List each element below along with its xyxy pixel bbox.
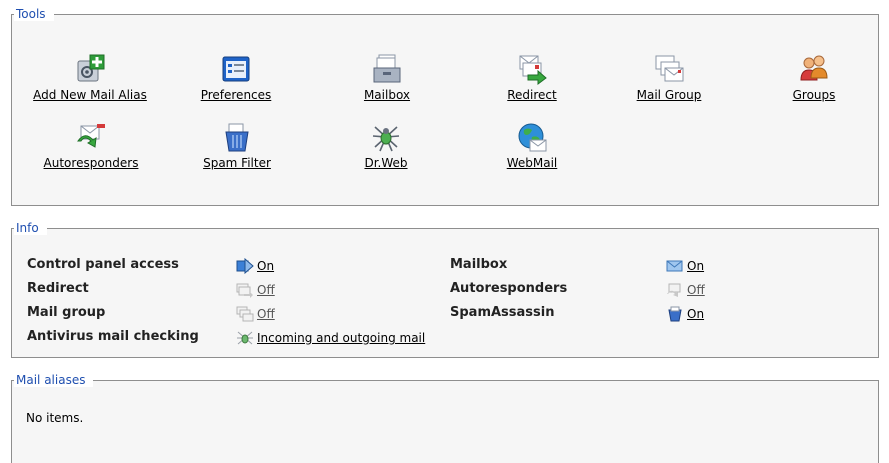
drweb-button[interactable]: Dr.Web [306, 121, 466, 170]
webmail-icon [518, 123, 547, 152]
mail-group-icon [655, 55, 684, 82]
groups-icon [800, 55, 828, 81]
tools-section: Tools Add New Mail Alias Preferences Mai… [11, 7, 879, 206]
mail-group-status[interactable]: Off [236, 306, 275, 322]
drweb-icon [372, 126, 400, 152]
tool-label: Mail Group [636, 88, 702, 102]
autoresponders-link[interactable]: Off [687, 283, 705, 297]
control-panel-access-link[interactable]: On [257, 259, 274, 273]
control-panel-icon [236, 258, 254, 274]
tool-label: Autoresponders [43, 156, 139, 170]
mail-aliases-legend: Mail aliases [14, 373, 94, 387]
preferences-button[interactable]: Preferences [156, 53, 316, 102]
tool-label: WebMail [506, 156, 558, 170]
webmail-button[interactable]: WebMail [452, 121, 612, 170]
autoresponders-icon [77, 124, 105, 148]
redirect-button[interactable]: Redirect [452, 53, 612, 102]
info-section: Info Control panel access Redirect Mail … [11, 221, 879, 358]
spam-filter-button[interactable]: Spam Filter [157, 121, 317, 170]
redirect-link[interactable]: Off [257, 283, 275, 297]
antivirus-link[interactable]: Incoming and outgoing mail [257, 331, 425, 345]
tool-label: Spam Filter [203, 156, 271, 170]
info-label-spamassassin: SpamAssassin [450, 305, 555, 320]
control-panel-access-status[interactable]: On [236, 258, 274, 274]
autoresponders-icon [667, 283, 681, 297]
mail-group-button[interactable]: Mail Group [589, 53, 749, 102]
tool-label: Groups [792, 88, 836, 102]
info-label-mailbox: Mailbox [450, 257, 508, 272]
mail-aliases-section: Mail aliases No items. [11, 373, 879, 463]
autoresponders-button[interactable]: Autoresponders [11, 121, 171, 170]
mail-group-link[interactable]: Off [257, 307, 275, 321]
info-label-autoresponders: Autoresponders [450, 281, 568, 296]
groups-button[interactable]: Groups [734, 53, 889, 102]
mailbox-button[interactable]: Mailbox [307, 53, 467, 102]
redirect-icon [519, 55, 547, 85]
mail-group-icon [236, 306, 254, 322]
autoresponders-status[interactable]: Off [666, 282, 705, 298]
mailbox-icon [373, 54, 401, 83]
tool-label: Preferences [200, 88, 272, 102]
mailbox-icon [666, 260, 683, 272]
info-label-antivirus: Antivirus mail checking [27, 329, 199, 344]
tool-label: Redirect [507, 88, 557, 102]
antivirus-icon [237, 331, 253, 345]
antivirus-status[interactable]: Incoming and outgoing mail [236, 330, 425, 346]
mailbox-status[interactable]: On [666, 258, 704, 274]
tool-label: Mailbox [363, 88, 411, 102]
info-label-mail-group: Mail group [27, 305, 106, 320]
redirect-status[interactable]: Off [236, 282, 275, 298]
spamassassin-status[interactable]: On [666, 306, 704, 322]
add-mail-alias-icon [77, 54, 105, 82]
add-mail-alias-button[interactable]: Add New Mail Alias [10, 53, 170, 102]
mailbox-link[interactable]: On [687, 259, 704, 273]
spamassassin-icon [668, 306, 682, 322]
spamassassin-link[interactable]: On [687, 307, 704, 321]
info-legend: Info [14, 221, 47, 235]
info-label-control-panel-access: Control panel access [27, 257, 179, 272]
tools-legend: Tools [14, 7, 54, 21]
redirect-icon [236, 283, 253, 298]
empty-list-message: No items. [26, 411, 84, 425]
info-label-redirect: Redirect [27, 281, 89, 296]
preferences-icon [222, 56, 250, 82]
spam-filter-icon [225, 123, 249, 152]
tool-label: Add New Mail Alias [33, 88, 147, 102]
tool-label: Dr.Web [364, 156, 408, 170]
